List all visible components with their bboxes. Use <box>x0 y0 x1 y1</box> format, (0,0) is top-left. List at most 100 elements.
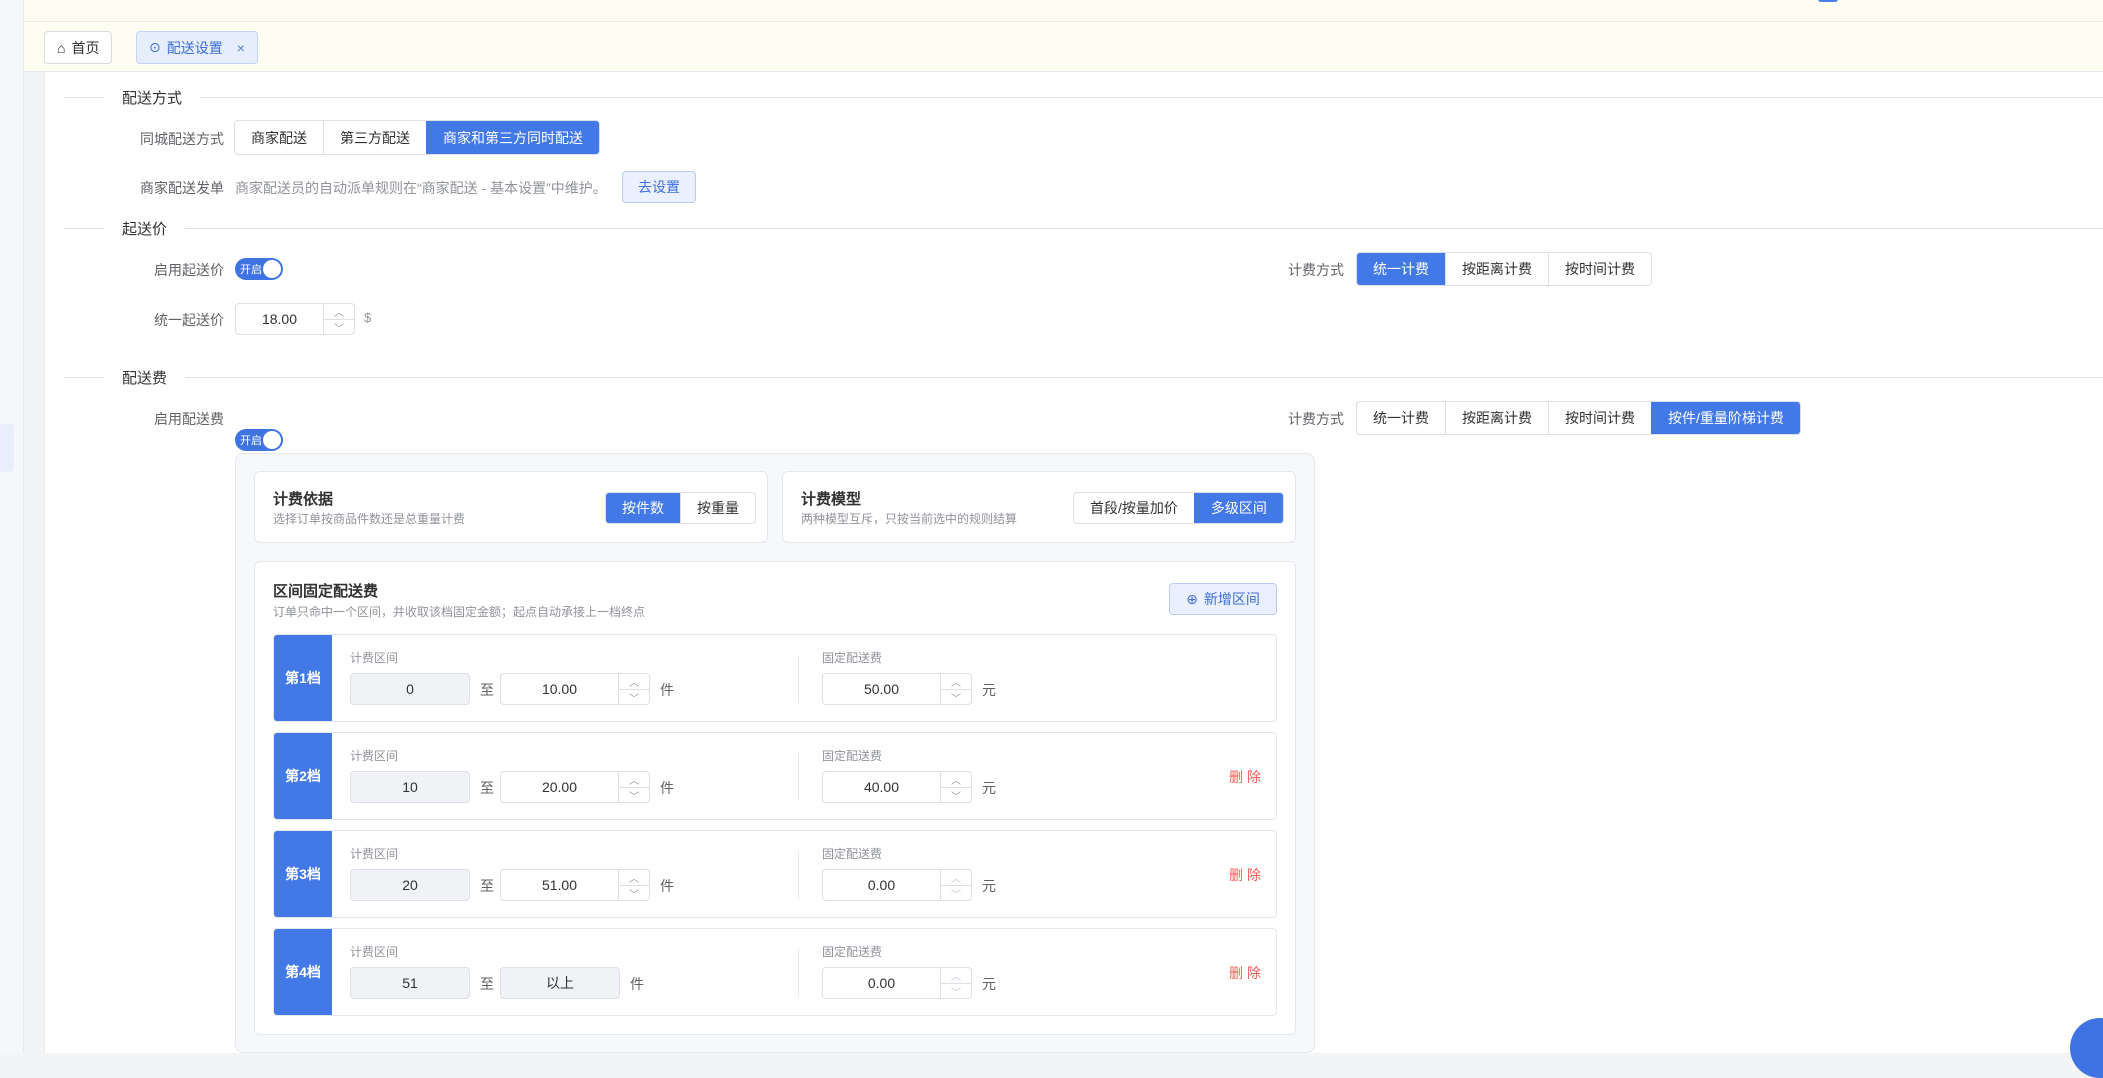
tab-label: 首页 <box>71 39 100 56</box>
increase-icon[interactable]: ︿ <box>941 772 971 787</box>
billing-time[interactable]: 按时间计费 <box>1548 253 1651 285</box>
delete-button[interactable]: 删除 <box>1229 963 1265 983</box>
header-avatar[interactable] <box>1818 0 1838 2</box>
section-delivery-method: 配送方式 <box>44 83 2103 111</box>
model-subtitle: 两种模型互斥，只按当前选中的规则结算 <box>801 512 1018 526</box>
increase-icon[interactable]: ︿ <box>941 870 971 885</box>
to-text: 至 <box>480 780 494 796</box>
basis-title: 计费依据 <box>273 491 334 508</box>
tier-badge: 第3档 <box>274 831 332 917</box>
range-end-input[interactable]: 51.00 ︿ ﹀ <box>500 869 650 901</box>
tier-row: 第1档 计费区间 0 至 10.00 ︿ ﹀ 件 固定配送费 50.00 ︿ ﹀ 元 <box>273 634 1277 722</box>
decrease-icon[interactable]: ﹀ <box>941 885 971 900</box>
range-label: 计费区间 <box>350 651 399 665</box>
decrease-icon[interactable]: ﹀ <box>324 319 354 334</box>
increase-icon[interactable]: ︿ <box>619 870 649 885</box>
home-icon: ⌂ <box>57 39 66 56</box>
basis-by-count[interactable]: 按件数 <box>606 493 680 523</box>
fee-input[interactable]: 50.00 ︿ ﹀ <box>822 673 972 705</box>
model-first-segment[interactable]: 首段/按量加价 <box>1074 493 1194 523</box>
fee-value: 50.00 <box>863 681 900 697</box>
billing-time[interactable]: 按时间计费 <box>1548 402 1651 434</box>
fee-billing-segment: 统一计费 按距离计费 按时间计费 按件/重量阶梯计费 <box>1356 401 1801 435</box>
divider <box>798 753 799 801</box>
sidebar-active-item[interactable] <box>0 424 14 472</box>
tabs-bar <box>24 22 2103 72</box>
tier-badge: 第1档 <box>274 635 332 721</box>
billing-unified[interactable]: 统一计费 <box>1357 402 1445 434</box>
fee-input[interactable]: 40.00 ︿ ﹀ <box>822 771 972 803</box>
tab-home[interactable]: ⌂ 首页 <box>44 31 113 64</box>
increase-icon[interactable]: ︿ <box>619 674 649 689</box>
city-delivery-segment: 商家配送 第三方配送 商家和第三方同时配送 <box>234 120 600 155</box>
fee-label: 固定配送费 <box>822 847 883 861</box>
billing-distance[interactable]: 按距离计费 <box>1445 253 1548 285</box>
range-start: 0 <box>350 673 470 705</box>
count-unit: 件 <box>660 780 674 796</box>
interval-subtitle: 订单只命中一个区间，并收取该档固定金额；起点自动承接上一档终点 <box>273 605 646 619</box>
billing-unified[interactable]: 统一计费 <box>1357 253 1445 285</box>
delete-button[interactable]: 删除 <box>1229 767 1265 787</box>
fee-input[interactable]: 0.00 ︿ ﹀ <box>822 869 972 901</box>
add-interval-button[interactable]: ⊕ 新增区间 <box>1169 583 1277 615</box>
range-label: 计费区间 <box>350 945 399 959</box>
delete-button[interactable]: 删除 <box>1229 865 1265 885</box>
decrease-icon[interactable]: ﹀ <box>619 787 649 802</box>
model-multi-interval[interactable]: 多级区间 <box>1193 493 1283 523</box>
tier-row: 第3档 计费区间 20 至 51.00 ︿ ﹀ 件 固定配送费 0.00 ︿ ﹀ 元… <box>273 830 1277 918</box>
option-both[interactable]: 商家和第三方同时配送 <box>426 121 599 154</box>
increase-icon[interactable]: ︿ <box>941 968 971 983</box>
fee-billing-label: 计费方式 <box>1288 411 1344 427</box>
increase-icon[interactable]: ︿ <box>941 674 971 689</box>
basis-card: 计费依据 选择订单按商品件数还是总重量计费 按件数 按重量 <box>254 471 768 543</box>
dispatch-hint: 商家配送员的自动派单规则在“商家配送 - 基本设置”中维护。 <box>235 180 607 196</box>
fee-value: 40.00 <box>863 779 900 795</box>
dispatch-label: 商家配送发单 <box>140 180 224 196</box>
range-end-value: 10.00 <box>541 681 578 697</box>
section-title: 配送费 <box>122 369 168 387</box>
basis-subtitle: 选择订单按商品件数还是总重量计费 <box>273 512 466 526</box>
decrease-icon[interactable]: ﹀ <box>619 689 649 704</box>
billing-tiered[interactable]: 按件/重量阶梯计费 <box>1651 402 1800 434</box>
decrease-icon[interactable]: ﹀ <box>941 787 971 802</box>
go-settings-button[interactable]: 去设置 <box>622 171 696 203</box>
fee-label: 固定配送费 <box>822 945 883 959</box>
toggle-text: 开启 <box>240 264 262 276</box>
section-min-price: 起送价 <box>44 214 2103 242</box>
close-icon[interactable]: × <box>237 40 245 56</box>
count-unit: 件 <box>660 878 674 894</box>
range-label: 计费区间 <box>350 749 399 763</box>
range-end-input[interactable]: 20.00 ︿ ﹀ <box>500 771 650 803</box>
decrease-icon[interactable]: ﹀ <box>941 983 971 998</box>
min-price-toggle[interactable]: 开启 <box>235 258 283 280</box>
basis-by-weight[interactable]: 按重量 <box>680 493 755 523</box>
count-unit: 件 <box>660 682 674 698</box>
section-title: 配送方式 <box>122 89 183 107</box>
min-price-billing-label: 计费方式 <box>1288 262 1344 278</box>
sidebar <box>0 0 24 1053</box>
tier-badge: 第4档 <box>274 929 332 1015</box>
option-third-party[interactable]: 第三方配送 <box>323 121 426 154</box>
fee-toggle[interactable]: 开启 <box>235 429 283 451</box>
model-card: 计费模型 两种模型互斥，只按当前选中的规则结算 首段/按量加价 多级区间 <box>782 471 1296 543</box>
increase-icon[interactable]: ︿ <box>619 772 649 787</box>
tab-delivery-settings[interactable]: ⊙ 配送设置 × <box>136 31 258 64</box>
range-end-open: 以上 <box>500 967 620 999</box>
range-end-input[interactable]: 10.00 ︿ ﹀ <box>500 673 650 705</box>
min-price-billing-segment: 统一计费 按距离计费 按时间计费 <box>1356 252 1652 286</box>
currency-symbol: $ <box>364 310 372 325</box>
billing-distance[interactable]: 按距离计费 <box>1445 402 1548 434</box>
range-start: 10 <box>350 771 470 803</box>
range-label: 计费区间 <box>350 847 399 861</box>
min-price-input[interactable]: 18.00 ︿ ﹀ <box>235 303 355 335</box>
option-merchant[interactable]: 商家配送 <box>235 121 323 154</box>
top-header <box>24 0 2103 22</box>
range-start: 51 <box>350 967 470 999</box>
increase-icon[interactable]: ︿ <box>324 304 354 319</box>
fee-input[interactable]: 0.00 ︿ ﹀ <box>822 967 972 999</box>
enable-fee-label: 启用配送费 <box>154 411 224 427</box>
fee-unit: 元 <box>982 682 996 698</box>
decrease-icon[interactable]: ﹀ <box>619 885 649 900</box>
decrease-icon[interactable]: ﹀ <box>941 689 971 704</box>
tier-badge: 第2档 <box>274 733 332 819</box>
